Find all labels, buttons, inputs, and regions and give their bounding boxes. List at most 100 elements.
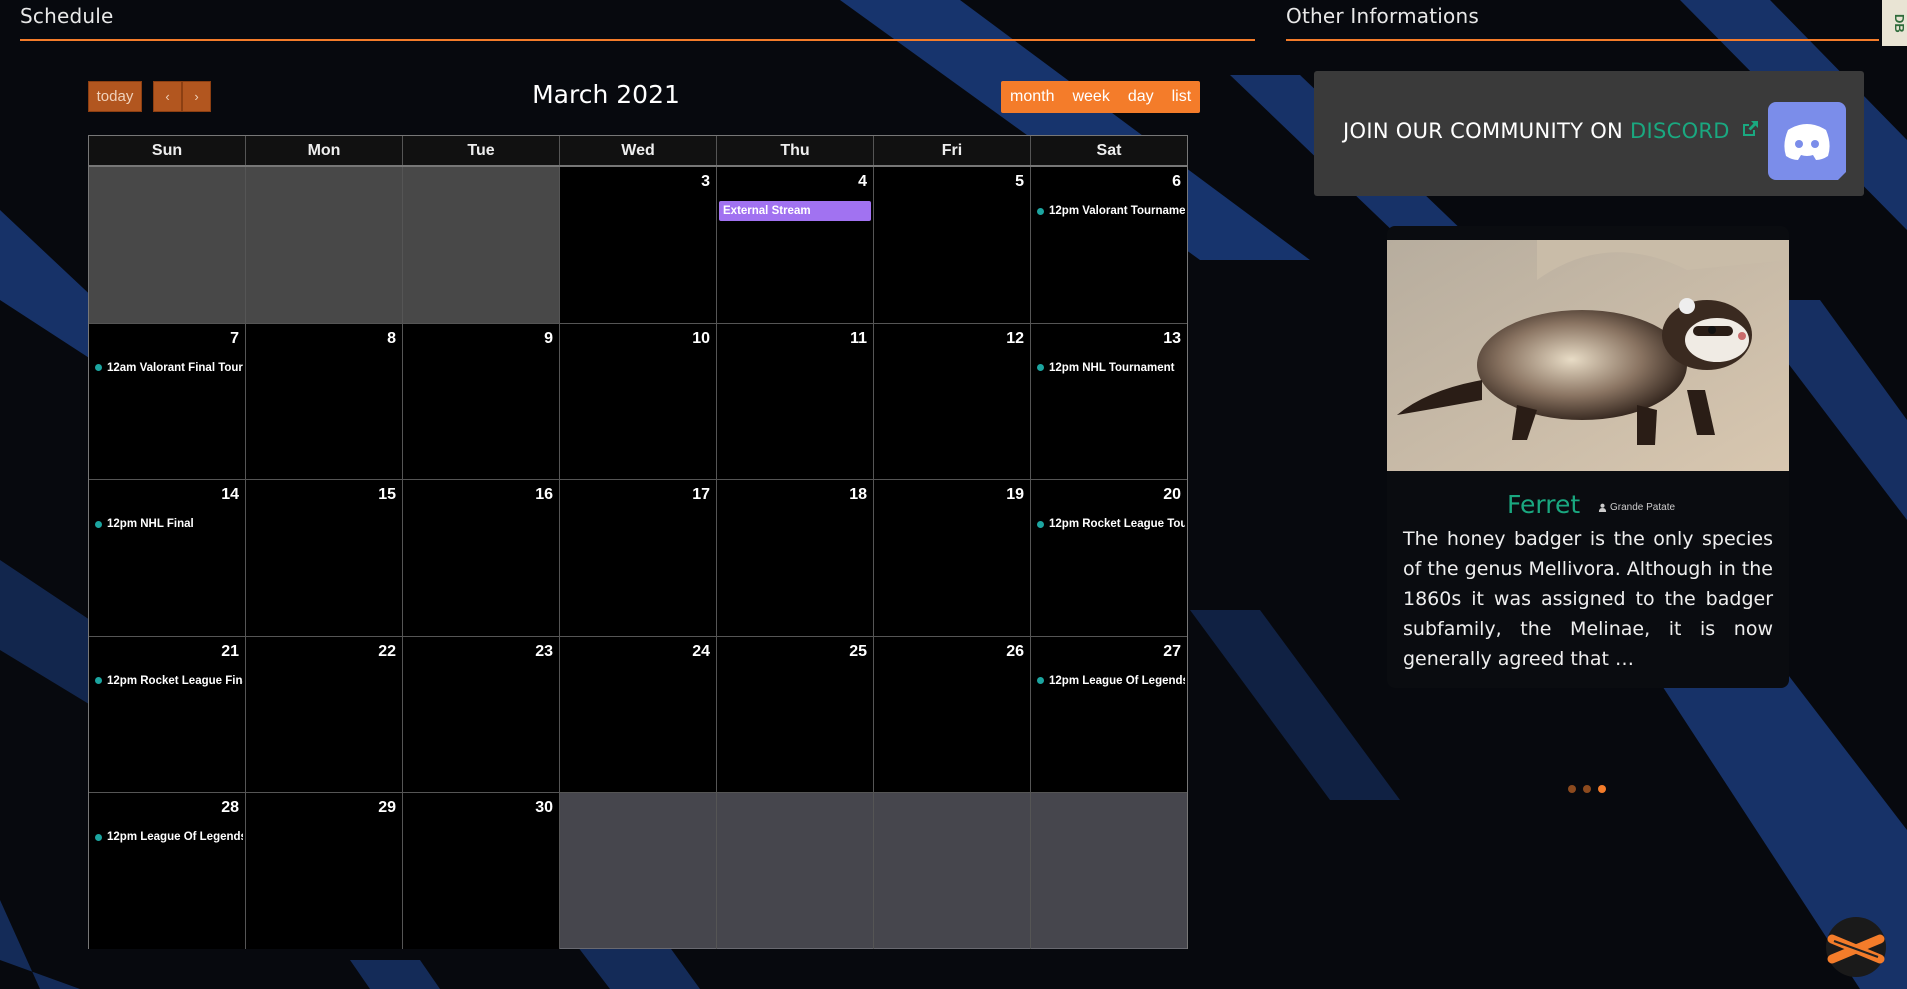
day-number[interactable]: 28 bbox=[221, 799, 239, 817]
day-number[interactable]: 21 bbox=[221, 643, 239, 661]
day-number[interactable]: 29 bbox=[378, 799, 396, 817]
day-number[interactable]: 18 bbox=[849, 486, 867, 504]
calendar-event[interactable]: 12pm NHL Final bbox=[95, 518, 243, 530]
day-number[interactable]: 10 bbox=[692, 330, 710, 348]
calendar-day[interactable]: 24 bbox=[560, 636, 717, 793]
day-number[interactable]: 16 bbox=[535, 486, 553, 504]
calendar-day[interactable]: 17 bbox=[560, 480, 717, 636]
day-number[interactable]: 20 bbox=[1163, 486, 1181, 504]
calendar-day[interactable]: 12 bbox=[874, 323, 1031, 480]
day-number[interactable]: 15 bbox=[378, 486, 396, 504]
calendar-week: 3 4 External Stream 5 6 12pm Valorant Tournam… bbox=[89, 167, 1187, 324]
carousel-dot-3[interactable] bbox=[1598, 785, 1606, 793]
animal-author: Grande Patate bbox=[1598, 502, 1675, 513]
side-tab[interactable]: DB bbox=[1882, 0, 1907, 46]
calendar-day[interactable]: 18 bbox=[717, 480, 874, 636]
day-number[interactable]: 30 bbox=[535, 799, 553, 817]
calendar-day[interactable]: 28 12pm League Of Legends bbox=[89, 793, 246, 949]
calendar-day[interactable] bbox=[1031, 793, 1187, 949]
calendar-day[interactable] bbox=[717, 793, 874, 949]
calendar-day[interactable]: 29 bbox=[246, 793, 403, 949]
schedule-divider bbox=[20, 39, 1255, 41]
day-number[interactable]: 3 bbox=[701, 173, 710, 191]
day-number[interactable]: 22 bbox=[378, 643, 396, 661]
calendar-day[interactable] bbox=[89, 167, 246, 323]
day-number[interactable]: 23 bbox=[535, 643, 553, 661]
calendar-day[interactable]: 15 bbox=[246, 480, 403, 636]
calendar-day[interactable]: 21 12pm Rocket League Fina bbox=[89, 636, 246, 793]
event-title: 12pm League Of Legends bbox=[107, 831, 243, 844]
day-number[interactable]: 7 bbox=[230, 330, 239, 348]
calendar-day[interactable]: 26 bbox=[874, 636, 1031, 793]
day-number[interactable]: 9 bbox=[544, 330, 553, 348]
view-week-button[interactable]: week bbox=[1063, 81, 1118, 113]
calendar-day[interactable]: 14 12pm NHL Final bbox=[89, 480, 246, 636]
view-list-button[interactable]: list bbox=[1163, 81, 1201, 113]
day-number[interactable]: 5 bbox=[1015, 173, 1024, 191]
calendar-day[interactable]: 8 bbox=[246, 323, 403, 480]
animal-name: Ferret bbox=[1507, 490, 1581, 519]
calendar-day[interactable]: 30 bbox=[403, 793, 560, 949]
day-number[interactable]: 25 bbox=[849, 643, 867, 661]
calendar-block-event[interactable]: External Stream bbox=[719, 201, 871, 221]
event-title: 12pm NHL Tournament bbox=[1049, 361, 1175, 374]
day-number[interactable]: 24 bbox=[692, 643, 710, 661]
day-number[interactable]: 27 bbox=[1163, 643, 1181, 661]
calendar-event[interactable]: 12pm Valorant Tourname bbox=[1037, 205, 1185, 217]
calendar-day[interactable]: 13 12pm NHL Tournament bbox=[1031, 323, 1187, 480]
day-number[interactable]: 17 bbox=[692, 486, 710, 504]
calendar-event[interactable]: 12am Valorant Final Tour bbox=[95, 362, 243, 374]
day-number[interactable]: 6 bbox=[1172, 173, 1181, 191]
calendar-day[interactable]: 27 12pm League Of Legends bbox=[1031, 636, 1187, 793]
calendar-day[interactable] bbox=[874, 793, 1031, 949]
day-number[interactable]: 8 bbox=[387, 330, 396, 348]
view-day-button[interactable]: day bbox=[1119, 81, 1163, 113]
day-number[interactable]: 14 bbox=[221, 486, 239, 504]
calendar-day[interactable]: 7 12am Valorant Final Tour bbox=[89, 323, 246, 480]
carousel-dot-1[interactable] bbox=[1568, 785, 1576, 793]
calendar-day[interactable] bbox=[560, 793, 717, 949]
brand-logo[interactable] bbox=[1824, 915, 1888, 979]
view-month-button[interactable]: month bbox=[1001, 81, 1063, 113]
calendar-day[interactable]: 6 12pm Valorant Tourname bbox=[1031, 167, 1187, 323]
next-button[interactable]: › bbox=[182, 81, 211, 112]
event-title: 12pm Rocket League Fina bbox=[107, 674, 243, 687]
event-dot-icon bbox=[1037, 677, 1044, 685]
calendar-event[interactable]: 12pm Rocket League Fina bbox=[95, 675, 243, 687]
day-number[interactable]: 4 bbox=[858, 173, 867, 191]
discord-card[interactable]: JOIN OUR COMMUNITY ON DISCORD bbox=[1314, 71, 1864, 196]
calendar-day[interactable]: 16 bbox=[403, 480, 560, 636]
calendar-day[interactable]: 23 bbox=[403, 636, 560, 793]
calendar-day[interactable]: 22 bbox=[246, 636, 403, 793]
today-button[interactable]: today bbox=[88, 81, 142, 112]
calendar-day[interactable]: 20 12pm Rocket League Tour bbox=[1031, 480, 1187, 636]
calendar-day[interactable]: 11 bbox=[717, 323, 874, 480]
calendar-day[interactable]: 5 bbox=[874, 167, 1031, 323]
calendar-week: 28 12pm League Of Legends 29 30 bbox=[89, 793, 1187, 949]
day-number[interactable]: 12 bbox=[1006, 330, 1024, 348]
calendar-day[interactable]: 19 bbox=[874, 480, 1031, 636]
day-number[interactable]: 13 bbox=[1163, 330, 1181, 348]
calendar-day[interactable]: 9 bbox=[403, 323, 560, 480]
calendar-day[interactable] bbox=[403, 167, 560, 323]
calendar-day[interactable]: 25 bbox=[717, 636, 874, 793]
calendar-event[interactable]: 12pm Rocket League Tour bbox=[1037, 518, 1185, 530]
day-number[interactable]: 26 bbox=[1006, 643, 1024, 661]
event-dot-icon bbox=[1037, 207, 1044, 215]
calendar-day[interactable] bbox=[246, 167, 403, 323]
calendar-day[interactable]: 4 External Stream bbox=[717, 167, 874, 323]
discord-link[interactable]: DISCORD bbox=[1630, 119, 1730, 143]
prev-button[interactable]: ‹ bbox=[153, 81, 182, 112]
day-number[interactable]: 19 bbox=[1006, 486, 1024, 504]
calendar-day[interactable]: 10 bbox=[560, 323, 717, 480]
calendar-event[interactable]: 12pm League Of Legends bbox=[95, 831, 243, 843]
carousel-dot-2[interactable] bbox=[1583, 785, 1591, 793]
calendar-event[interactable]: 12pm NHL Tournament bbox=[1037, 362, 1185, 374]
ferret-image bbox=[1387, 240, 1789, 471]
discord-join-text[interactable]: JOIN OUR COMMUNITY ON DISCORD bbox=[1343, 119, 1760, 143]
calendar-event[interactable]: 12pm League Of Legends bbox=[1037, 675, 1185, 687]
calendar-day[interactable]: 3 bbox=[560, 167, 717, 323]
day-number[interactable]: 11 bbox=[850, 330, 867, 348]
discord-logo[interactable] bbox=[1768, 102, 1846, 180]
weekday-sat: Sat bbox=[1096, 142, 1122, 159]
